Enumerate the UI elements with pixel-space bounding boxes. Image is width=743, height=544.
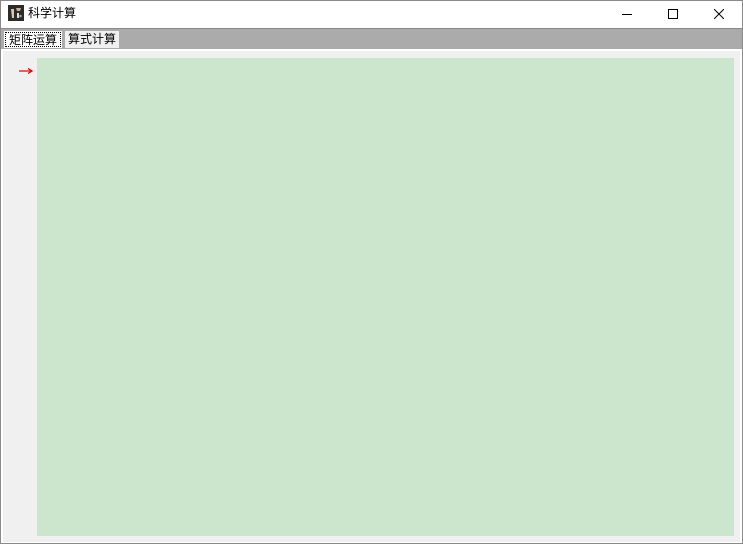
- calculator-app-icon[interactable]: [8, 5, 24, 21]
- tab-strip: 矩阵运算 算式计算: [1, 28, 742, 49]
- maximize-button[interactable]: [650, 1, 696, 26]
- minimize-icon: [622, 9, 632, 19]
- close-button[interactable]: [696, 1, 742, 26]
- window-title: 科学计算: [28, 6, 77, 20]
- editor-gutter: [7, 58, 35, 536]
- minimize-button[interactable]: [604, 1, 650, 26]
- title-bar[interactable]: 科学计算: [1, 1, 742, 27]
- tab-matrix-operations[interactable]: 矩阵运算: [4, 31, 63, 48]
- maximize-icon: [668, 8, 678, 19]
- app-window: 科学计算 矩阵运算 算式计算: [0, 0, 743, 544]
- tab-content-panel: [3, 51, 740, 542]
- tab-expression-calculation[interactable]: 算式计算: [65, 31, 120, 48]
- arrow-right-icon: [18, 67, 34, 75]
- matrix-editor-area[interactable]: [37, 58, 734, 536]
- close-icon: [714, 8, 724, 19]
